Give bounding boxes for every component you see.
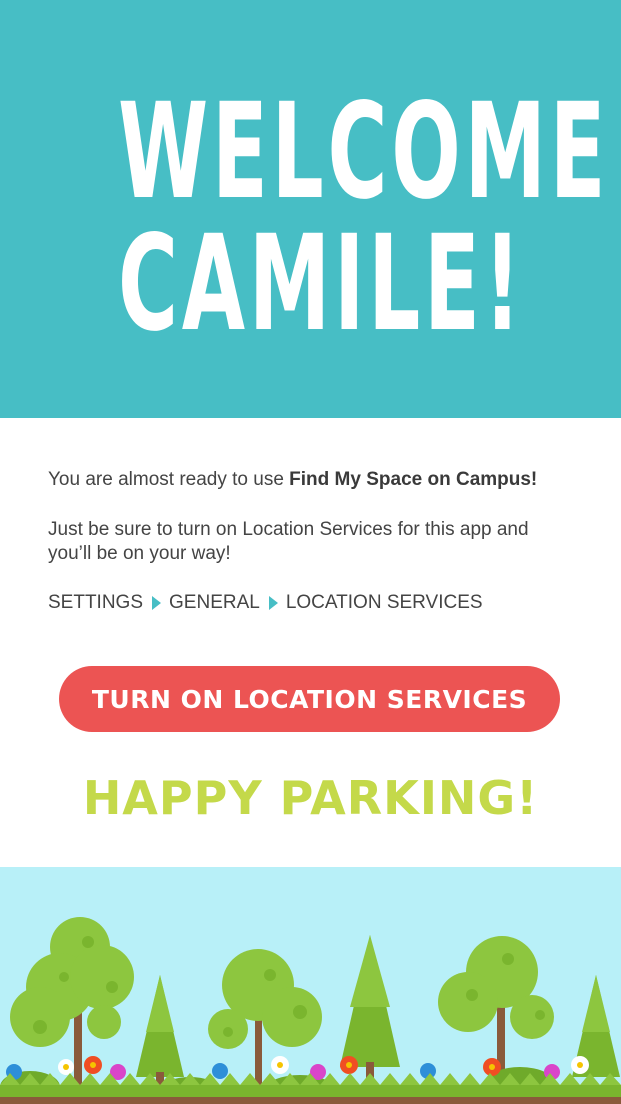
chevron-right-icon — [268, 596, 278, 610]
breadcrumb-general: GENERAL — [169, 592, 260, 613]
chevron-right-icon — [152, 596, 162, 610]
breadcrumb-settings: SETTINGS — [48, 592, 144, 613]
settings-breadcrumb: SETTINGS GENERAL LOCATION SERVICES — [48, 591, 483, 615]
turn-on-location-services-button[interactable]: TURN ON LOCATION SERVICES — [59, 666, 560, 732]
breadcrumb-location-services: LOCATION SERVICES — [285, 592, 483, 613]
welcome-title-line2: CAMILE! — [117, 207, 525, 361]
forest-illustration — [0, 867, 621, 1104]
intro-text: You are almost ready to use Find My Spac… — [48, 468, 537, 492]
intro-prefix: You are almost ready to use — [48, 469, 290, 490]
welcome-title-line1: WELCOME — [117, 75, 610, 229]
happy-parking-text: HAPPY PARKING! — [82, 771, 539, 825]
app-name: Find My Space on Campus! — [289, 469, 538, 490]
welcome-header: WELCOME CAMILE! — [0, 0, 621, 418]
grass-icon — [0, 1073, 621, 1104]
instruction-text: Just be sure to turn on Location Service… — [48, 519, 529, 564]
